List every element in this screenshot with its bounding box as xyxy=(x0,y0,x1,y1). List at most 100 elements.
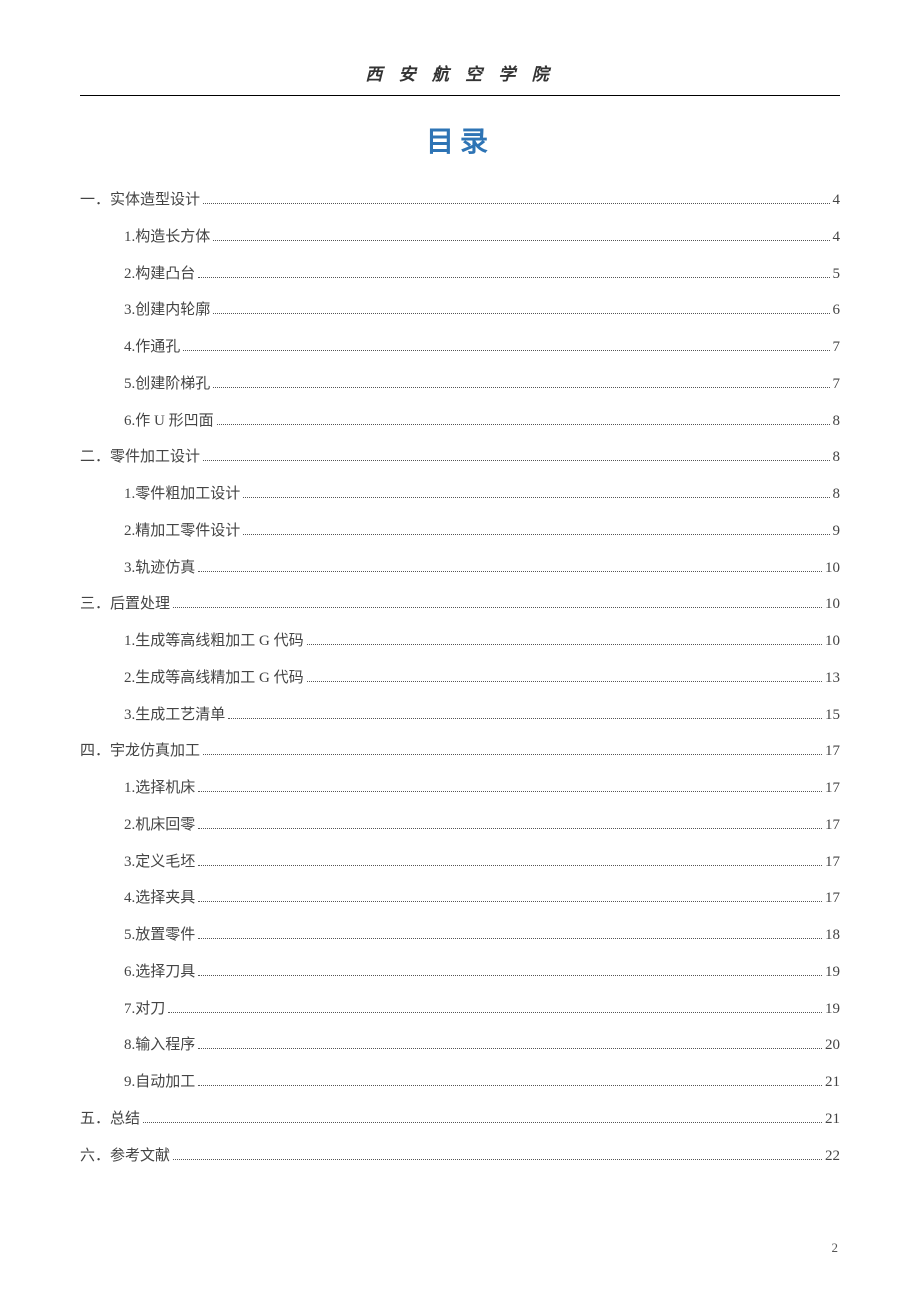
toc-entry[interactable]: 3.定义毛坯 17 xyxy=(80,844,840,881)
toc-entry-page: 5 xyxy=(833,256,841,293)
toc-entry-page: 4 xyxy=(833,182,841,219)
toc-leader-dots xyxy=(307,644,822,645)
toc-entry-label: 3.生成工艺清单 xyxy=(124,697,225,734)
toc-entry-label: 3.定义毛坯 xyxy=(124,844,195,881)
toc-leader-dots xyxy=(213,313,829,314)
toc-leader-dots xyxy=(198,865,822,866)
toc-entry-page: 8 xyxy=(833,476,841,513)
toc-entry-label: 六．参考文献 xyxy=(80,1138,170,1175)
toc-entry-page: 13 xyxy=(825,660,840,697)
toc-entry-label: 二．零件加工设计 xyxy=(80,439,200,476)
toc-entry[interactable]: 6.作 U 形凹面 8 xyxy=(80,403,840,440)
toc-leader-dots xyxy=(203,460,829,461)
toc-entry[interactable]: 4.作通孔 7 xyxy=(80,329,840,366)
toc-entry[interactable]: 3.创建内轮廓 6 xyxy=(80,292,840,329)
toc-entry-page: 15 xyxy=(825,697,840,734)
toc-entry-page: 20 xyxy=(825,1027,840,1064)
toc-entry-page: 10 xyxy=(825,550,840,587)
toc-list: 一．实体造型设计41.构造长方体42.构建凸台53.创建内轮廓64.作通孔75.… xyxy=(80,182,840,1174)
toc-entry[interactable]: 1.生成等高线粗加工 G 代码 10 xyxy=(80,623,840,660)
toc-entry-label: 3.创建内轮廓 xyxy=(124,292,210,329)
toc-entry-page: 17 xyxy=(825,844,840,881)
toc-entry-label: 三．后置处理 xyxy=(80,586,170,623)
toc-entry-label: 2.构建凸台 xyxy=(124,256,195,293)
toc-entry-page: 8 xyxy=(833,439,841,476)
toc-leader-dots xyxy=(307,681,822,682)
toc-entry-label: 4.选择夹具 xyxy=(124,880,195,917)
toc-entry-label: 8.输入程序 xyxy=(124,1027,195,1064)
toc-entry[interactable]: 6.选择刀具19 xyxy=(80,954,840,991)
toc-entry-page: 17 xyxy=(825,880,840,917)
toc-leader-dots xyxy=(243,497,829,498)
toc-entry-label: 2.精加工零件设计 xyxy=(124,513,240,550)
toc-entry-page: 19 xyxy=(825,954,840,991)
toc-entry-label: 1.选择机床 xyxy=(124,770,195,807)
toc-entry-page: 9 xyxy=(833,513,841,550)
toc-leader-dots xyxy=(198,938,822,939)
toc-leader-dots xyxy=(228,718,822,719)
toc-entry-page: 10 xyxy=(825,623,840,660)
toc-leader-dots xyxy=(143,1122,822,1123)
toc-entry[interactable]: 9.自动加工21 xyxy=(80,1064,840,1101)
header-rule xyxy=(80,95,840,96)
toc-entry[interactable]: 四．宇龙仿真加工 17 xyxy=(80,733,840,770)
toc-entry-page: 17 xyxy=(825,733,840,770)
document-page: 西 安 航 空 学 院 目录 一．实体造型设计41.构造长方体42.构建凸台53… xyxy=(0,0,920,1302)
toc-leader-dots xyxy=(203,754,822,755)
toc-entry[interactable]: 六．参考文献 22 xyxy=(80,1138,840,1175)
toc-heading: 目录 xyxy=(80,120,840,160)
toc-leader-dots xyxy=(198,277,829,278)
toc-entry[interactable]: 三．后置处理 10 xyxy=(80,586,840,623)
toc-entry-label: 5.创建阶梯孔 xyxy=(124,366,210,403)
toc-leader-dots xyxy=(198,828,822,829)
toc-leader-dots xyxy=(198,901,822,902)
toc-entry[interactable]: 五．总结21 xyxy=(80,1101,840,1138)
toc-entry-label: 2.机床回零 xyxy=(124,807,195,844)
toc-entry-label: 5.放置零件 xyxy=(124,917,195,954)
toc-entry[interactable]: 1.零件粗加工设计 8 xyxy=(80,476,840,513)
toc-entry[interactable]: 2.精加工零件设计 9 xyxy=(80,513,840,550)
toc-entry-label: 3.轨迹仿真 xyxy=(124,550,195,587)
toc-entry[interactable]: 1.构造长方体4 xyxy=(80,219,840,256)
toc-entry[interactable]: 3.轨迹仿真 10 xyxy=(80,550,840,587)
toc-entry-label: 2.生成等高线精加工 G 代码 xyxy=(124,660,304,697)
toc-leader-dots xyxy=(217,424,830,425)
page-number: 2 xyxy=(832,1240,839,1256)
toc-leader-dots xyxy=(198,1048,822,1049)
toc-entry[interactable]: 一．实体造型设计 4 xyxy=(80,182,840,219)
toc-entry[interactable]: 8.输入程序 20 xyxy=(80,1027,840,1064)
toc-entry[interactable]: 3.生成工艺清单 15 xyxy=(80,697,840,734)
toc-leader-dots xyxy=(173,1159,822,1160)
toc-entry[interactable]: 2.机床回零 17 xyxy=(80,807,840,844)
toc-entry-label: 7.对刀 xyxy=(124,991,165,1028)
toc-leader-dots xyxy=(168,1012,822,1013)
toc-entry-label: 五．总结 xyxy=(80,1101,140,1138)
toc-entry-page: 10 xyxy=(825,586,840,623)
toc-entry-label: 1.生成等高线粗加工 G 代码 xyxy=(124,623,304,660)
toc-entry[interactable]: 二．零件加工设计 8 xyxy=(80,439,840,476)
toc-entry-page: 18 xyxy=(825,917,840,954)
toc-leader-dots xyxy=(198,571,822,572)
toc-leader-dots xyxy=(198,1085,822,1086)
toc-entry-label: 1.零件粗加工设计 xyxy=(124,476,240,513)
toc-entry-label: 6.作 U 形凹面 xyxy=(124,403,214,440)
toc-entry[interactable]: 5.创建阶梯孔7 xyxy=(80,366,840,403)
toc-entry-label: 四．宇龙仿真加工 xyxy=(80,733,200,770)
toc-entry-page: 22 xyxy=(825,1138,840,1175)
header-institution: 西 安 航 空 学 院 xyxy=(80,60,840,95)
toc-entry[interactable]: 7.对刀19 xyxy=(80,991,840,1028)
toc-entry-page: 8 xyxy=(833,403,841,440)
toc-entry[interactable]: 1.选择机床17 xyxy=(80,770,840,807)
toc-entry-label: 一．实体造型设计 xyxy=(80,182,200,219)
toc-entry[interactable]: 2.构建凸台 5 xyxy=(80,256,840,293)
toc-entry[interactable]: 2.生成等高线精加工 G 代码 13 xyxy=(80,660,840,697)
toc-entry-label: 4.作通孔 xyxy=(124,329,180,366)
toc-entry[interactable]: 4.选择夹具 17 xyxy=(80,880,840,917)
toc-entry[interactable]: 5.放置零件 18 xyxy=(80,917,840,954)
toc-leader-dots xyxy=(213,240,829,241)
toc-entry-label: 9.自动加工 xyxy=(124,1064,195,1101)
toc-leader-dots xyxy=(203,203,829,204)
toc-entry-page: 6 xyxy=(833,292,841,329)
toc-entry-page: 7 xyxy=(833,329,841,366)
toc-entry-page: 17 xyxy=(825,807,840,844)
